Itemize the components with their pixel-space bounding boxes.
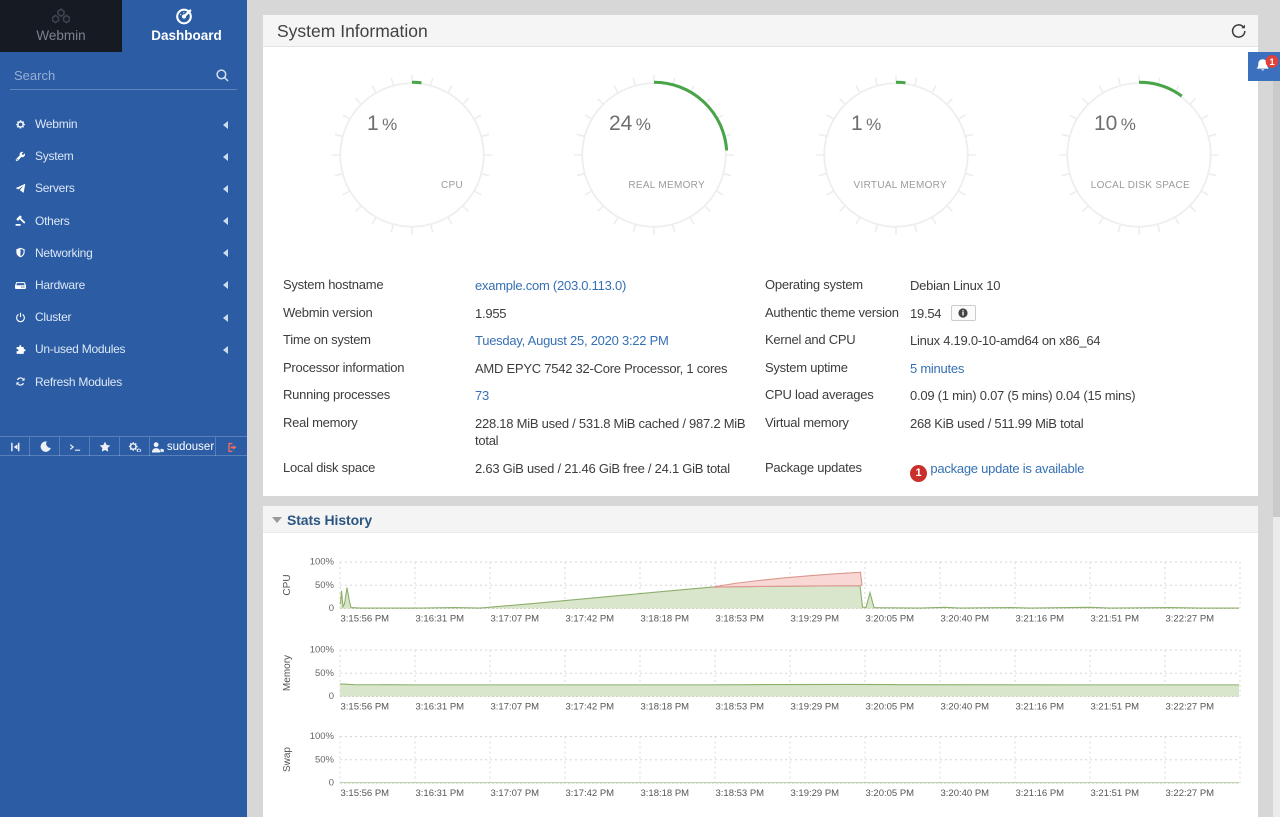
svg-text:3:18:53 PM: 3:18:53 PM	[716, 702, 765, 713]
svg-text:3:15:56 PM: 3:15:56 PM	[341, 788, 390, 799]
svg-text:Swap: Swap	[282, 747, 293, 772]
svg-text:3:22:27 PM: 3:22:27 PM	[1166, 614, 1215, 625]
svg-text:3:21:16 PM: 3:21:16 PM	[1016, 788, 1065, 799]
svg-text:3:20:40 PM: 3:20:40 PM	[941, 614, 990, 625]
svg-text:3:20:05 PM: 3:20:05 PM	[866, 614, 915, 625]
svg-text:50%: 50%	[315, 754, 335, 765]
svg-text:3:20:40 PM: 3:20:40 PM	[941, 702, 990, 713]
svg-text:3:18:53 PM: 3:18:53 PM	[716, 614, 765, 625]
svg-text:CPU: CPU	[282, 574, 293, 595]
svg-text:3:17:42 PM: 3:17:42 PM	[566, 788, 615, 799]
svg-text:0: 0	[329, 691, 334, 702]
svg-text:3:16:31 PM: 3:16:31 PM	[416, 788, 465, 799]
svg-text:3:22:27 PM: 3:22:27 PM	[1166, 788, 1215, 799]
svg-text:3:17:07 PM: 3:17:07 PM	[491, 702, 540, 713]
svg-text:3:21:16 PM: 3:21:16 PM	[1016, 614, 1065, 625]
svg-text:100%: 100%	[310, 557, 335, 568]
svg-text:50%: 50%	[315, 580, 335, 591]
svg-text:3:16:31 PM: 3:16:31 PM	[416, 702, 465, 713]
svg-text:3:18:18 PM: 3:18:18 PM	[641, 788, 690, 799]
svg-text:Memory: Memory	[282, 655, 293, 691]
svg-text:3:17:42 PM: 3:17:42 PM	[566, 614, 615, 625]
svg-text:3:21:51 PM: 3:21:51 PM	[1091, 788, 1140, 799]
svg-text:100%: 100%	[310, 645, 335, 656]
svg-text:3:20:05 PM: 3:20:05 PM	[866, 702, 915, 713]
svg-text:3:22:27 PM: 3:22:27 PM	[1166, 702, 1215, 713]
svg-text:3:17:07 PM: 3:17:07 PM	[491, 788, 540, 799]
svg-text:0: 0	[329, 778, 334, 789]
svg-text:3:16:31 PM: 3:16:31 PM	[416, 614, 465, 625]
svg-text:3:19:29 PM: 3:19:29 PM	[791, 702, 840, 713]
svg-text:3:18:18 PM: 3:18:18 PM	[641, 614, 690, 625]
svg-text:100%: 100%	[310, 731, 335, 742]
svg-text:3:15:56 PM: 3:15:56 PM	[341, 702, 390, 713]
svg-text:3:17:07 PM: 3:17:07 PM	[491, 614, 540, 625]
svg-text:3:15:56 PM: 3:15:56 PM	[341, 614, 390, 625]
svg-text:3:20:40 PM: 3:20:40 PM	[941, 788, 990, 799]
svg-text:1: 1	[1269, 57, 1275, 68]
svg-text:3:21:16 PM: 3:21:16 PM	[1016, 702, 1065, 713]
svg-text:3:18:18 PM: 3:18:18 PM	[641, 702, 690, 713]
svg-text:3:17:42 PM: 3:17:42 PM	[566, 702, 615, 713]
svg-text:50%: 50%	[315, 668, 335, 679]
svg-text:3:21:51 PM: 3:21:51 PM	[1091, 614, 1140, 625]
svg-text:3:19:29 PM: 3:19:29 PM	[791, 614, 840, 625]
svg-text:3:20:05 PM: 3:20:05 PM	[866, 788, 915, 799]
svg-text:3:21:51 PM: 3:21:51 PM	[1091, 702, 1140, 713]
svg-text:0: 0	[329, 603, 334, 614]
svg-text:3:18:53 PM: 3:18:53 PM	[716, 788, 765, 799]
svg-text:3:19:29 PM: 3:19:29 PM	[791, 788, 840, 799]
